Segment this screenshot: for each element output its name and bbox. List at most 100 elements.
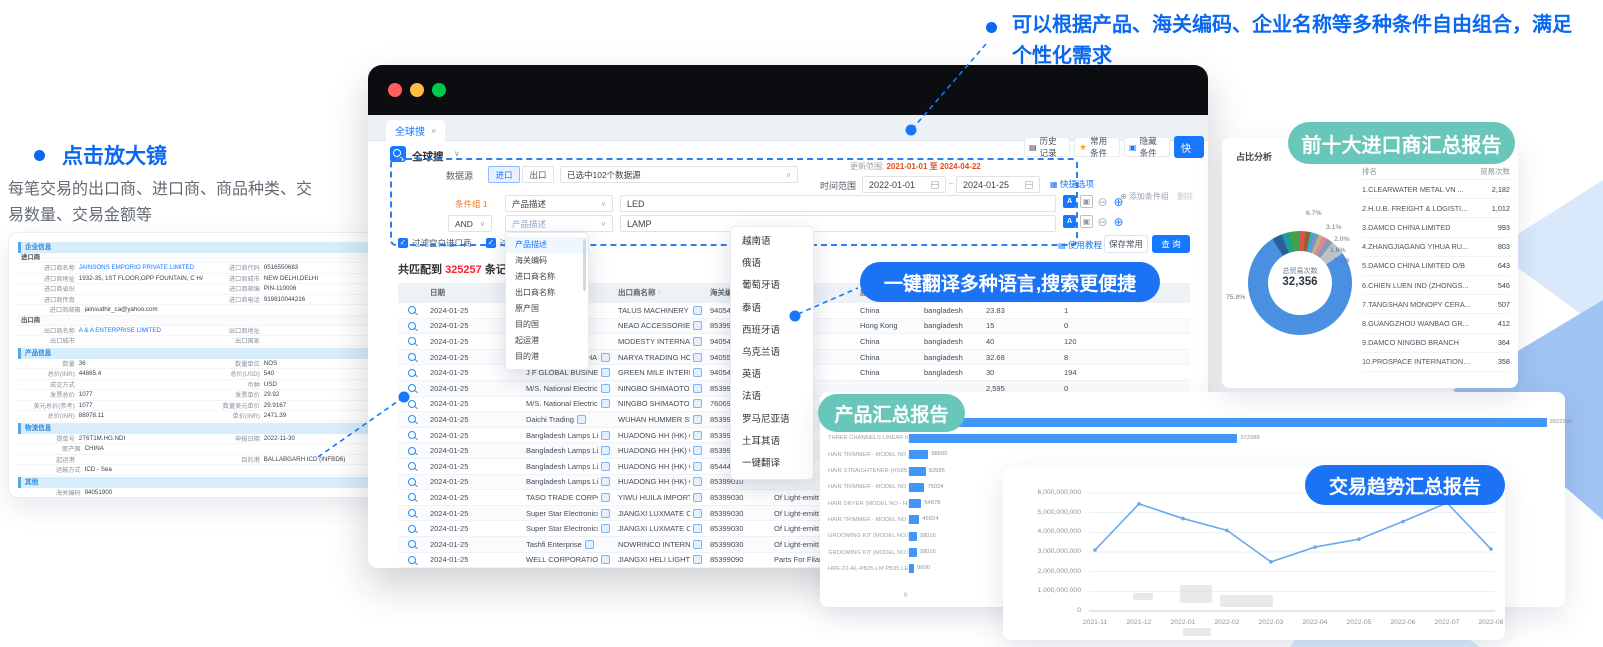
- translate-icon[interactable]: [577, 415, 586, 424]
- quick-search-button[interactable]: 快: [1174, 136, 1204, 158]
- translate-icon[interactable]: [601, 524, 610, 533]
- magnifier-cell[interactable]: [398, 303, 426, 318]
- translate-icon[interactable]: [601, 431, 610, 440]
- magnifier-icon[interactable]: [408, 431, 416, 439]
- magnifier-icon[interactable]: [408, 525, 416, 533]
- minimize-window-icon[interactable]: [410, 83, 424, 97]
- translate-icon[interactable]: [601, 384, 610, 393]
- translate-icon[interactable]: [693, 353, 702, 362]
- translate-icon[interactable]: [693, 540, 702, 549]
- history-condition-icon[interactable]: ▣: [1080, 195, 1093, 208]
- magnifier-icon[interactable]: [408, 509, 416, 517]
- add-group-label[interactable]: ⊕ 添加条件组: [1120, 192, 1169, 201]
- magnifier-icon[interactable]: [408, 353, 416, 361]
- magnifier-cell[interactable]: [398, 428, 426, 443]
- translate-icon[interactable]: [585, 540, 594, 549]
- language-dropdown-item[interactable]: 土耳其语: [731, 431, 813, 453]
- rank-row[interactable]: 10.PROSPACE INTERNATIONA...358: [1362, 353, 1510, 372]
- translate-icon[interactable]: [693, 493, 702, 502]
- magnifier-icon[interactable]: [408, 306, 416, 314]
- rank-row[interactable]: 3.DAMCO CHINA LIMITED993: [1362, 218, 1510, 237]
- sort-icon[interactable]: ↕: [658, 289, 662, 296]
- translate-icon[interactable]: [601, 462, 610, 471]
- translate-icon[interactable]: A: [1063, 195, 1076, 208]
- bar[interactable]: [909, 450, 928, 459]
- rank-row[interactable]: 2.H.U.B. FREIGHT & LOGISTI...1,012: [1362, 199, 1510, 218]
- translate-icon[interactable]: [693, 415, 702, 424]
- field-dropdown-item[interactable]: 出口商名称: [506, 285, 588, 301]
- magnifier-icon[interactable]: [408, 462, 416, 470]
- field-dropdown-item[interactable]: 目的港: [506, 349, 588, 365]
- table-header-cell[interactable]: 出口商名称↕: [614, 283, 706, 302]
- translate-icon[interactable]: [601, 368, 610, 377]
- translate-icon[interactable]: [693, 431, 702, 440]
- query-button[interactable]: 查 询: [1152, 235, 1190, 253]
- detail-field-value[interactable]: JAINSONS EMPORIO PRIVATE LIMITED: [79, 264, 203, 271]
- field-dropdown-item[interactable]: 进口商名称: [506, 269, 588, 285]
- field-dropdown-item[interactable]: 原产国: [506, 301, 588, 317]
- translate-icon[interactable]: [601, 509, 610, 518]
- history-button[interactable]: ▤历史记录: [1024, 137, 1070, 157]
- add-condition-group[interactable]: ⊕ 添加条件组删除: [1120, 191, 1193, 202]
- language-dropdown-item[interactable]: 西班牙语: [731, 320, 813, 342]
- translate-icon[interactable]: [601, 446, 610, 455]
- close-tab-icon[interactable]: ×: [431, 126, 436, 136]
- magnifier-cell[interactable]: [398, 553, 426, 568]
- translate-icon[interactable]: [693, 399, 702, 408]
- magnifier-icon[interactable]: [408, 493, 416, 501]
- magnifier-cell[interactable]: [398, 350, 426, 365]
- language-dropdown-item[interactable]: 俄语: [731, 253, 813, 275]
- bar[interactable]: [909, 483, 924, 492]
- translate-icon[interactable]: [693, 306, 702, 315]
- condition1-field-select[interactable]: 产品描述∨: [505, 195, 613, 212]
- translate-icon[interactable]: [601, 399, 610, 408]
- translate-icon[interactable]: [693, 555, 702, 564]
- bar[interactable]: [909, 499, 921, 508]
- field-dropdown-item[interactable]: 海关编码: [506, 253, 588, 269]
- translate-icon[interactable]: [693, 462, 702, 471]
- language-dropdown-item[interactable]: 英语: [731, 364, 813, 386]
- delete-group-label[interactable]: 删除: [1177, 192, 1193, 201]
- magnifier-cell[interactable]: [398, 537, 426, 552]
- checkbox-checked-icon[interactable]: [486, 238, 496, 248]
- bar[interactable]: [909, 564, 914, 573]
- magnifier-cell[interactable]: [398, 490, 426, 505]
- magnifier-cell[interactable]: [398, 443, 426, 458]
- rank-row[interactable]: 7.TANGSHAN MONOPY CERA...507: [1362, 295, 1510, 314]
- field-dropdown-item[interactable]: 产品描述: [506, 237, 588, 253]
- magnifier-icon[interactable]: [408, 540, 416, 548]
- bar[interactable]: [909, 467, 926, 476]
- language-dropdown-item[interactable]: 泰语: [731, 298, 813, 320]
- condition2-field-select[interactable]: 产品描述∨: [505, 215, 613, 232]
- tab-global-search[interactable]: 全球搜 ×: [386, 120, 445, 141]
- close-window-icon[interactable]: [388, 83, 402, 97]
- magnifier-cell[interactable]: [398, 365, 426, 380]
- chevron-down-icon[interactable]: ∨: [454, 149, 460, 158]
- translate-icon[interactable]: [693, 337, 702, 346]
- language-dropdown-item[interactable]: 乌克兰语: [731, 342, 813, 364]
- magnifier-icon[interactable]: [408, 415, 416, 423]
- remove-condition-icon[interactable]: ⊖: [1096, 195, 1109, 208]
- translate-icon[interactable]: [601, 493, 610, 502]
- rank-row[interactable]: 9.DAMCO NINGBO BRANCH364: [1362, 334, 1510, 353]
- save-common-button[interactable]: 保存常用: [1104, 235, 1148, 253]
- field-dropdown-item[interactable]: 起运港: [506, 333, 588, 349]
- quick-options-link[interactable]: ▦ 快捷选项: [1050, 178, 1094, 190]
- export-toggle[interactable]: 出口: [522, 166, 554, 183]
- bar[interactable]: [909, 418, 1547, 427]
- remove-condition-icon[interactable]: ⊖: [1096, 215, 1109, 228]
- rank-row[interactable]: 8.GUANGZHOU WANBAO GR...412: [1362, 314, 1510, 333]
- translate-icon[interactable]: [693, 509, 702, 518]
- add-condition-icon[interactable]: ⊕: [1112, 215, 1125, 228]
- magnifier-cell[interactable]: [398, 334, 426, 349]
- magnifier-icon[interactable]: [408, 322, 416, 330]
- magnifier-cell[interactable]: [398, 397, 426, 412]
- translate-icon[interactable]: [693, 524, 702, 533]
- translate-icon[interactable]: [601, 353, 610, 362]
- magnifier-cell[interactable]: [398, 412, 426, 427]
- magnifier-icon[interactable]: [408, 556, 416, 564]
- language-dropdown-item[interactable]: 罗马尼亚语: [731, 409, 813, 431]
- bar[interactable]: [909, 548, 917, 557]
- translate-icon[interactable]: [601, 477, 610, 486]
- translate-icon[interactable]: A: [1063, 215, 1076, 228]
